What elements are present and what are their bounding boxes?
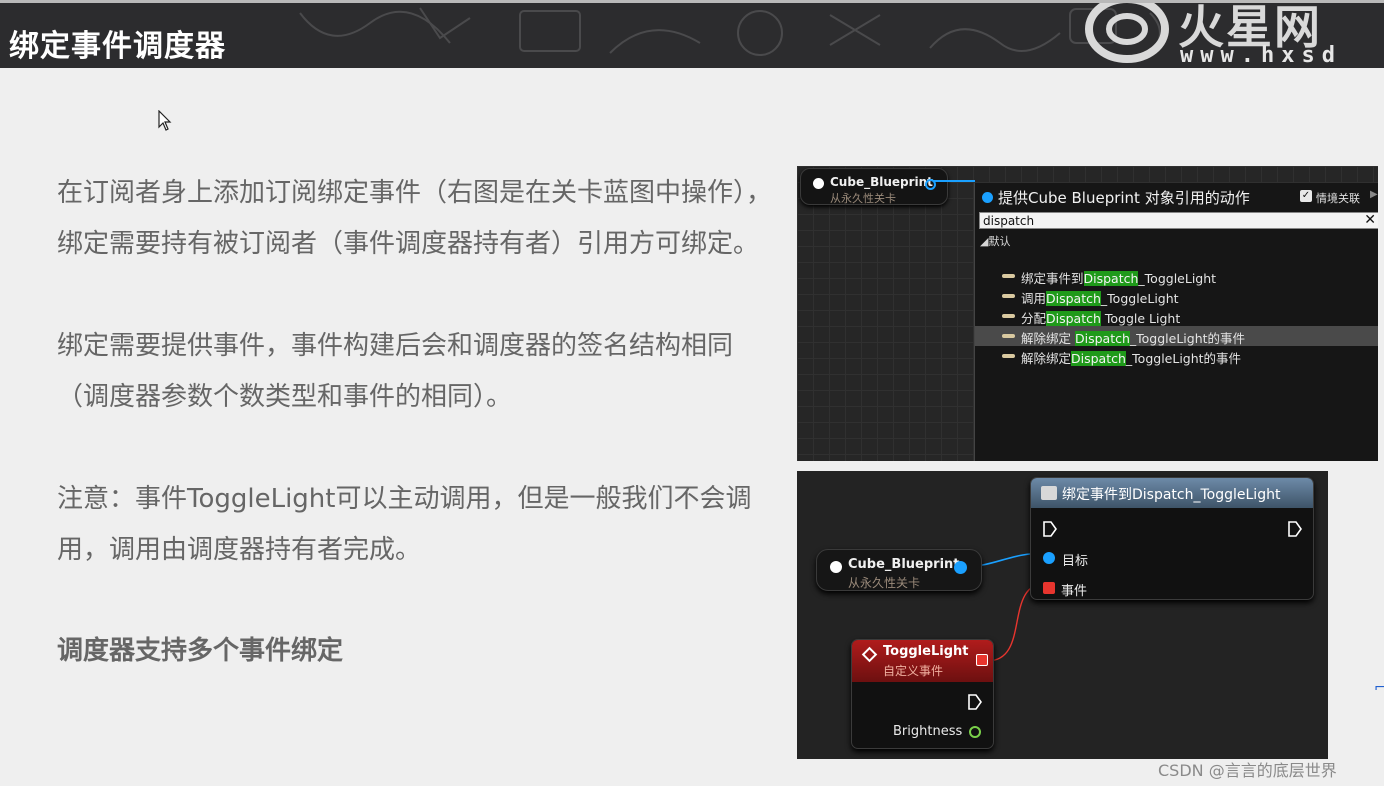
category-label: 默认 — [988, 235, 1011, 248]
clear-search-icon[interactable]: ✕ — [1364, 212, 1376, 228]
function-icon — [1041, 486, 1057, 500]
brand-logo-url: www.hxsd — [1180, 43, 1342, 68]
menu-item-label: 绑定事件到Dispatch_ToggleLight — [1021, 271, 1217, 286]
exec-output-pin-icon[interactable] — [968, 694, 982, 710]
delegate-output-pin[interactable] — [976, 654, 988, 666]
toggle-node-subtitle: 自定义事件 — [883, 664, 944, 678]
mouse-cursor-icon — [158, 110, 172, 131]
paragraph-note: 注意：事件ToggleLight可以主动调用，但是一般我们不会调用，调用由调度器… — [57, 484, 752, 565]
menu-item-assign[interactable]: 分配Dispatch Toggle Light — [975, 306, 1378, 326]
node-title: Cube_Blueprint — [848, 557, 960, 572]
paragraph-event-signature: 绑定需要提供事件，事件构建后会和调度器的签名结构相同（调度器参数个数类型和事件的… — [57, 331, 734, 412]
blueprint-context-menu-screenshot: Cube_Blueprint 从永久性关卡 提供Cube Blueprint 对… — [797, 166, 1378, 461]
context-sensitive-checkbox[interactable]: ✓ — [1300, 190, 1312, 202]
function-icon — [1002, 354, 1015, 358]
menu-item-label: 分配Dispatch Toggle Light — [1021, 311, 1181, 326]
context-menu-header: 提供Cube Blueprint 对象引用的动作 ✓ 情境关联 ▶ — [975, 183, 1378, 211]
function-icon — [1002, 294, 1015, 298]
object-output-pin[interactable] — [954, 561, 967, 574]
function-icon — [1002, 314, 1015, 318]
bind-node-title: 绑定事件到Dispatch_ToggleLight — [1062, 487, 1281, 503]
menu-item-label: 解除绑定 Dispatch_ToggleLight的事件 — [1021, 331, 1246, 346]
blueprint-graph-screenshot: 绑定事件到Dispatch_ToggleLight 目标 事件 Cube_Blu… — [797, 471, 1328, 759]
brightness-label: Brightness — [893, 724, 963, 739]
menu-item-bind-event[interactable]: 绑定事件到Dispatch_ToggleLight — [975, 266, 1378, 286]
node-subtitle: 从永久性关卡 — [830, 192, 896, 205]
brand-logo-icon — [1085, 3, 1169, 63]
menu-item-unbind[interactable]: 解除绑定Dispatch_ToggleLight的事件 — [975, 346, 1378, 366]
target-pin[interactable] — [1043, 552, 1055, 564]
edge-mark-icon: ⌐ — [1374, 680, 1384, 696]
cube-blueprint-node[interactable]: Cube_Blueprint 从永久性关卡 — [816, 549, 982, 591]
toggle-light-event-node[interactable]: ToggleLight 自定义事件 Brightness — [851, 639, 994, 749]
brightness-pin[interactable] — [969, 726, 981, 738]
function-icon — [1002, 334, 1015, 338]
menu-item-unbind-selected[interactable]: 解除绑定 Dispatch_ToggleLight的事件 — [975, 326, 1378, 346]
exec-output-pin-icon[interactable] — [1288, 521, 1302, 537]
toggle-node-title: ToggleLight — [883, 644, 969, 659]
menu-item-label: 调用Dispatch_ToggleLight — [1021, 291, 1179, 306]
node-title: Cube_Blueprint — [830, 175, 933, 189]
menu-item-label: 解除绑定Dispatch_ToggleLight的事件 — [1021, 351, 1242, 366]
context-menu-title: 提供Cube Blueprint 对象引用的动作 — [998, 189, 1250, 207]
custom-event-diamond-icon — [861, 646, 878, 663]
paragraph-subscribe: 在订阅者身上添加订阅绑定事件（右图是在关卡蓝图中操作），绑定需要持有被订阅者（事… — [57, 178, 773, 259]
menu-item-call[interactable]: 调用Dispatch_ToggleLight — [975, 286, 1378, 306]
action-context-menu: 提供Cube Blueprint 对象引用的动作 ✓ 情境关联 ▶ dispat… — [974, 183, 1378, 461]
action-search-input[interactable]: dispatch ✕ — [979, 212, 1378, 229]
node-subtitle: 从永久性关卡 — [848, 576, 921, 590]
event-pin[interactable] — [1043, 582, 1055, 594]
chevron-right-icon[interactable]: ▶ — [1370, 189, 1378, 200]
page-title: 绑定事件调度器 — [9, 29, 226, 64]
exec-input-pin-icon[interactable] — [1043, 521, 1057, 537]
bind-node-header: 绑定事件到Dispatch_ToggleLight — [1031, 478, 1313, 508]
slide-header: 绑定事件调度器 火星网 www.hxsd — [0, 0, 1384, 68]
context-sensitive-label: 情境关联 — [1316, 192, 1360, 205]
function-icon — [1002, 274, 1015, 278]
drag-wire — [933, 180, 975, 182]
csdn-watermark: CSDN @言言的底层世界 — [1158, 761, 1337, 780]
node-white-dot-icon — [830, 561, 842, 573]
paragraph-multi-binding: 调度器支持多个事件绑定 — [57, 636, 344, 666]
node-white-dot-icon — [813, 178, 824, 189]
category-default[interactable]: ◢默认 — [980, 233, 1010, 249]
blue-dot-icon — [982, 192, 993, 203]
toggle-node-header: ToggleLight 自定义事件 — [852, 640, 993, 682]
search-value: dispatch — [983, 214, 1035, 228]
cube-blueprint-node[interactable]: Cube_Blueprint 从永久性关卡 — [800, 168, 948, 205]
target-label: 目标 — [1062, 554, 1089, 569]
bind-event-node[interactable]: 绑定事件到Dispatch_ToggleLight 目标 事件 — [1030, 477, 1314, 600]
event-label: 事件 — [1061, 584, 1088, 599]
